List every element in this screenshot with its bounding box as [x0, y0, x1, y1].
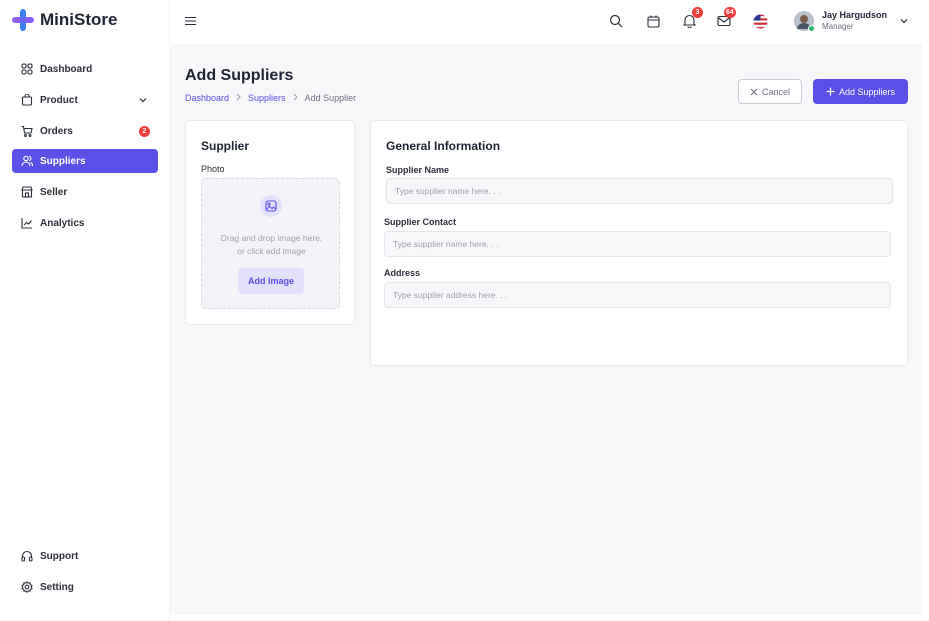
supplier-card: Supplier Photo Drag and drop image here,…: [185, 120, 355, 325]
menu-icon[interactable]: [185, 16, 196, 26]
main-content: Add Suppliers Dashboard Suppliers Add Su…: [170, 44, 922, 615]
sidebar: MiniStore Dashboard Product Orders 2 Sup…: [0, 0, 170, 621]
user-menu[interactable]: Jay Hargudson Manager: [794, 10, 909, 32]
logo-icon: [12, 9, 34, 31]
add-suppliers-button[interactable]: Add Suppliers: [813, 79, 908, 104]
cancel-button[interactable]: Cancel: [738, 79, 802, 104]
sidebar-item-label: Support: [40, 550, 79, 562]
sidebar-item-product[interactable]: Product: [12, 88, 158, 112]
general-information-card: General Information Supplier Name Suppli…: [370, 120, 908, 366]
gear-icon: [21, 581, 33, 593]
sidebar-item-label: Orders: [40, 125, 73, 137]
chevron-down-icon[interactable]: [138, 95, 148, 105]
online-status-dot: [808, 25, 815, 32]
plus-icon: [826, 87, 835, 96]
calendar-icon[interactable]: [645, 13, 661, 29]
breadcrumb-dashboard[interactable]: Dashboard: [185, 93, 229, 103]
breadcrumb-current: Add Supplier: [304, 93, 357, 103]
messages-badge: 64: [724, 7, 736, 18]
chevron-right-icon: [292, 93, 299, 103]
supplier-card-title: Supplier: [201, 139, 250, 153]
image-dropzone[interactable]: Drag and drop image here, or click add i…: [201, 178, 340, 309]
chart-icon: [21, 217, 33, 229]
cancel-label: Cancel: [761, 86, 790, 97]
supplier-name-label: Supplier Name: [386, 165, 450, 175]
dropzone-hint: Drag and drop image here, or click add i…: [202, 232, 341, 258]
topbar: 3 64 Jay Hargudson Manager: [170, 0, 922, 44]
sidebar-item-label: Setting: [40, 581, 74, 593]
sidebar-item-dashboard[interactable]: Dashboard: [12, 57, 158, 81]
sidebar-item-label: Suppliers: [40, 155, 86, 167]
breadcrumb: Dashboard Suppliers Add Supplier: [185, 93, 356, 103]
breadcrumb-suppliers[interactable]: Suppliers: [248, 93, 286, 103]
bag-icon: [21, 94, 33, 106]
headset-icon: [21, 550, 33, 562]
orders-count-badge: 2: [139, 126, 150, 137]
sidebar-item-seller[interactable]: Seller: [12, 180, 158, 204]
grid-icon: [21, 63, 33, 75]
general-information-title: General Information: [386, 139, 501, 153]
us-flag-icon[interactable]: [752, 13, 768, 29]
page-title: Add Suppliers: [185, 67, 294, 84]
address-input[interactable]: [384, 282, 891, 308]
sidebar-item-label: Analytics: [40, 217, 85, 229]
dropzone-hint-line-1: Drag and drop image here,: [220, 233, 323, 243]
sidebar-item-setting[interactable]: Setting: [12, 575, 158, 599]
add-image-button[interactable]: Add Image: [238, 268, 304, 294]
store-icon: [21, 186, 33, 198]
add-suppliers-label: Add Suppliers: [838, 86, 896, 97]
app-name: MiniStore: [40, 10, 118, 29]
dropzone-hint-line-2: or click add image: [237, 246, 306, 256]
sidebar-item-label: Product: [40, 94, 78, 106]
notifications-badge: 3: [692, 7, 703, 18]
user-role: Manager: [822, 22, 854, 31]
cart-icon: [21, 125, 33, 137]
image-icon: [260, 195, 282, 217]
sidebar-item-suppliers[interactable]: Suppliers: [12, 149, 158, 173]
user-name: Jay Hargudson: [822, 10, 888, 20]
users-icon: [21, 155, 33, 167]
logo[interactable]: MiniStore: [12, 9, 117, 31]
search-icon[interactable]: [608, 13, 624, 29]
sidebar-item-label: Dashboard: [40, 63, 93, 75]
sidebar-item-support[interactable]: Support: [12, 544, 158, 568]
supplier-contact-label: Supplier Contact: [384, 217, 457, 227]
supplier-contact-input[interactable]: [384, 231, 891, 257]
sidebar-item-analytics[interactable]: Analytics: [12, 211, 158, 235]
avatar: [794, 11, 815, 32]
chevron-right-icon: [235, 93, 242, 103]
sidebar-item-orders[interactable]: Orders 2: [12, 119, 158, 143]
sidebar-item-label: Seller: [40, 186, 68, 198]
photo-label: Photo: [201, 164, 225, 174]
chevron-down-icon[interactable]: [899, 16, 909, 26]
supplier-name-input[interactable]: [386, 178, 893, 204]
close-icon: [750, 88, 758, 95]
address-label: Address: [384, 268, 421, 278]
